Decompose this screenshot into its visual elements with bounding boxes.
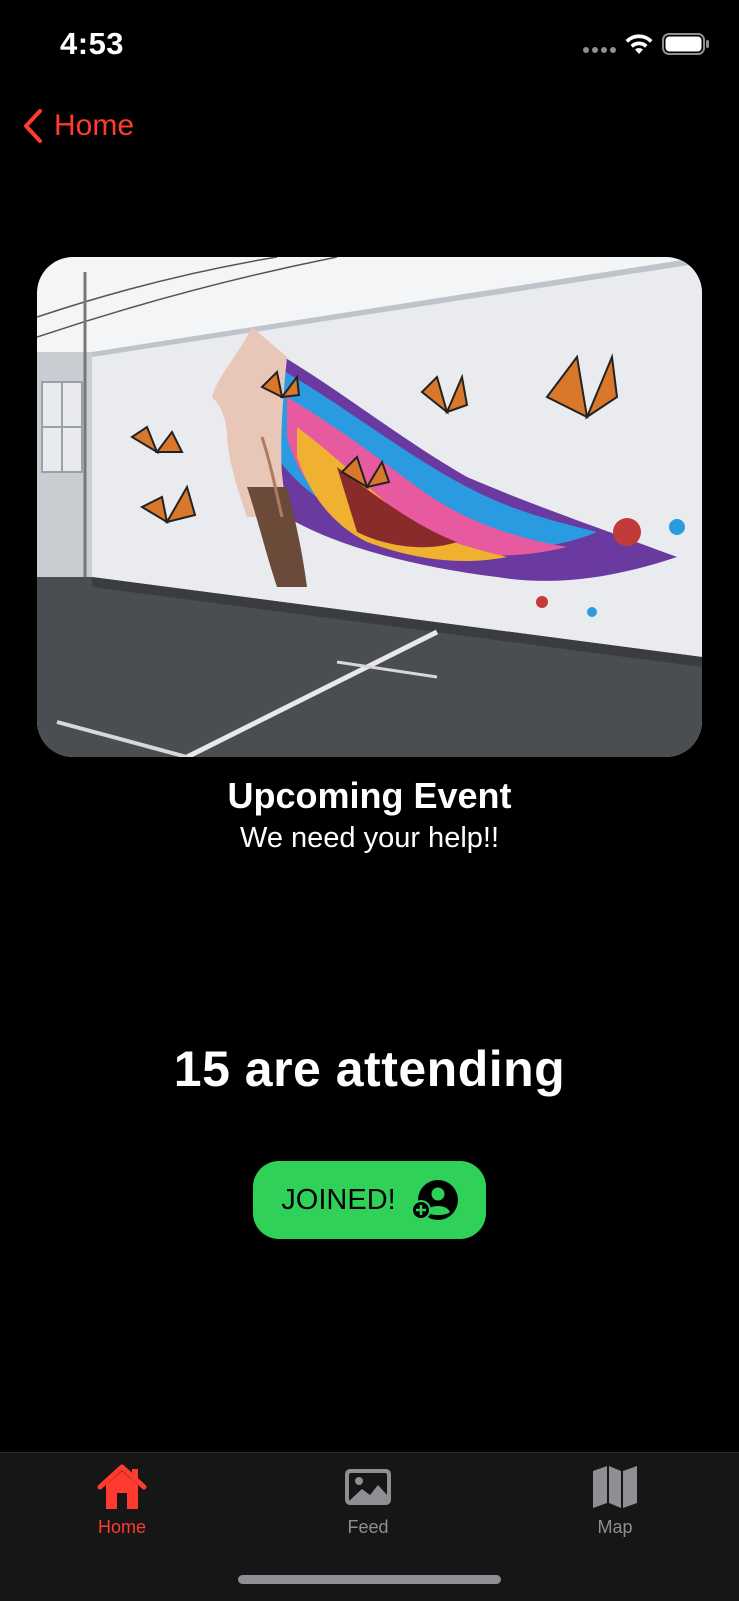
status-time: 4:53 — [60, 26, 125, 61]
person-add-icon — [410, 1180, 458, 1220]
cellular-signal-icon — [583, 47, 616, 53]
battery-icon — [662, 33, 709, 55]
house-icon — [97, 1464, 147, 1509]
joined-button[interactable]: JOINED! — [253, 1161, 486, 1239]
tab-feed-label: Feed — [347, 1517, 389, 1537]
photo-icon — [345, 1469, 391, 1505]
map-icon — [593, 1466, 637, 1508]
event-title: Upcoming Event — [227, 775, 512, 816]
home-indicator — [238, 1575, 501, 1584]
tab-feed[interactable]: Feed — [288, 1463, 448, 1538]
tab-home[interactable]: Home — [42, 1463, 202, 1538]
back-button-label: Home — [54, 109, 135, 142]
wifi-icon — [625, 34, 653, 54]
status-bar: 4:53 — [0, 0, 739, 90]
tab-map-label: Map — [597, 1517, 633, 1537]
joined-button-label: JOINED! — [281, 1183, 396, 1216]
tab-map[interactable]: Map — [535, 1463, 695, 1538]
tab-home-label: Home — [97, 1517, 146, 1537]
back-button[interactable]: Home — [22, 104, 134, 148]
event-subtitle: We need your help!! — [239, 822, 500, 854]
event-image — [37, 257, 702, 757]
chevron-left-icon — [24, 109, 42, 143]
attending-count: 15 are attending — [173, 1041, 566, 1097]
